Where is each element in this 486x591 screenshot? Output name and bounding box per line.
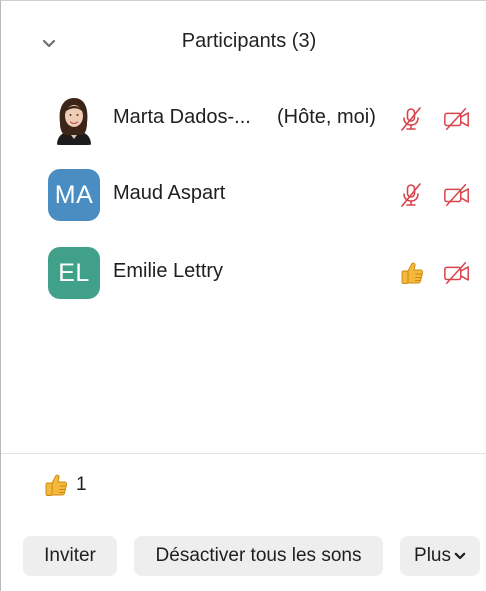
mic-muted-icon[interactable]: [397, 105, 425, 133]
participants-panel: Participants (3) Marta Dados-... (Hôte, …: [0, 0, 486, 591]
participant-role: (Hôte, moi): [277, 106, 376, 128]
participant-name: Maud Aspart: [113, 182, 226, 204]
thumbs-up-icon: [45, 474, 68, 496]
video-off-icon[interactable]: [443, 259, 471, 287]
participant-row[interactable]: MA Maud Aspart: [1, 164, 486, 226]
mute-all-button[interactable]: Désactiver tous les sons: [134, 536, 383, 576]
invite-button-label: Inviter: [44, 545, 96, 566]
avatar: EL: [48, 247, 100, 299]
participant-name: Emilie Lettry: [113, 260, 224, 282]
panel-header: Participants (3): [1, 27, 486, 63]
more-button[interactable]: Plus: [400, 536, 480, 576]
participant-row[interactable]: Marta Dados-... (Hôte, moi): [1, 88, 486, 150]
video-off-icon[interactable]: [443, 181, 471, 209]
divider: [1, 453, 486, 454]
thumbs-up-icon: [398, 259, 426, 287]
avatar: MA: [48, 169, 100, 221]
avatar: [48, 93, 100, 145]
panel-title: Participants (3): [181, 30, 317, 52]
mic-muted-icon[interactable]: [397, 181, 425, 209]
reaction-count: 1: [76, 474, 87, 495]
participant-row[interactable]: EL Emilie Lettry: [1, 242, 486, 304]
mute-all-button-label: Désactiver tous les sons: [155, 545, 362, 566]
video-off-icon[interactable]: [443, 105, 471, 133]
chevron-down-icon: [454, 552, 466, 560]
participant-name: Marta Dados-...: [113, 106, 251, 128]
avatar-photo-icon: [48, 93, 100, 145]
more-button-label: Plus: [414, 545, 451, 566]
chevron-down-icon: [42, 39, 56, 47]
reaction-summary: 1: [43, 471, 87, 499]
collapse-chevron-button[interactable]: [37, 31, 61, 55]
invite-button[interactable]: Inviter: [23, 536, 117, 576]
